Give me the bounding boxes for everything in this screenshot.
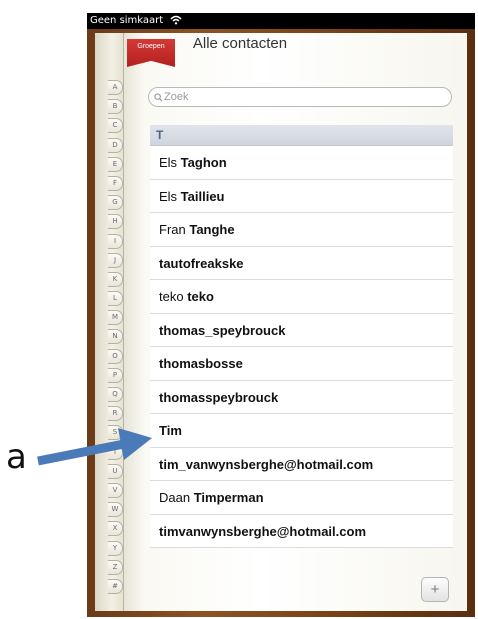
annotation-arrow <box>37 428 152 466</box>
